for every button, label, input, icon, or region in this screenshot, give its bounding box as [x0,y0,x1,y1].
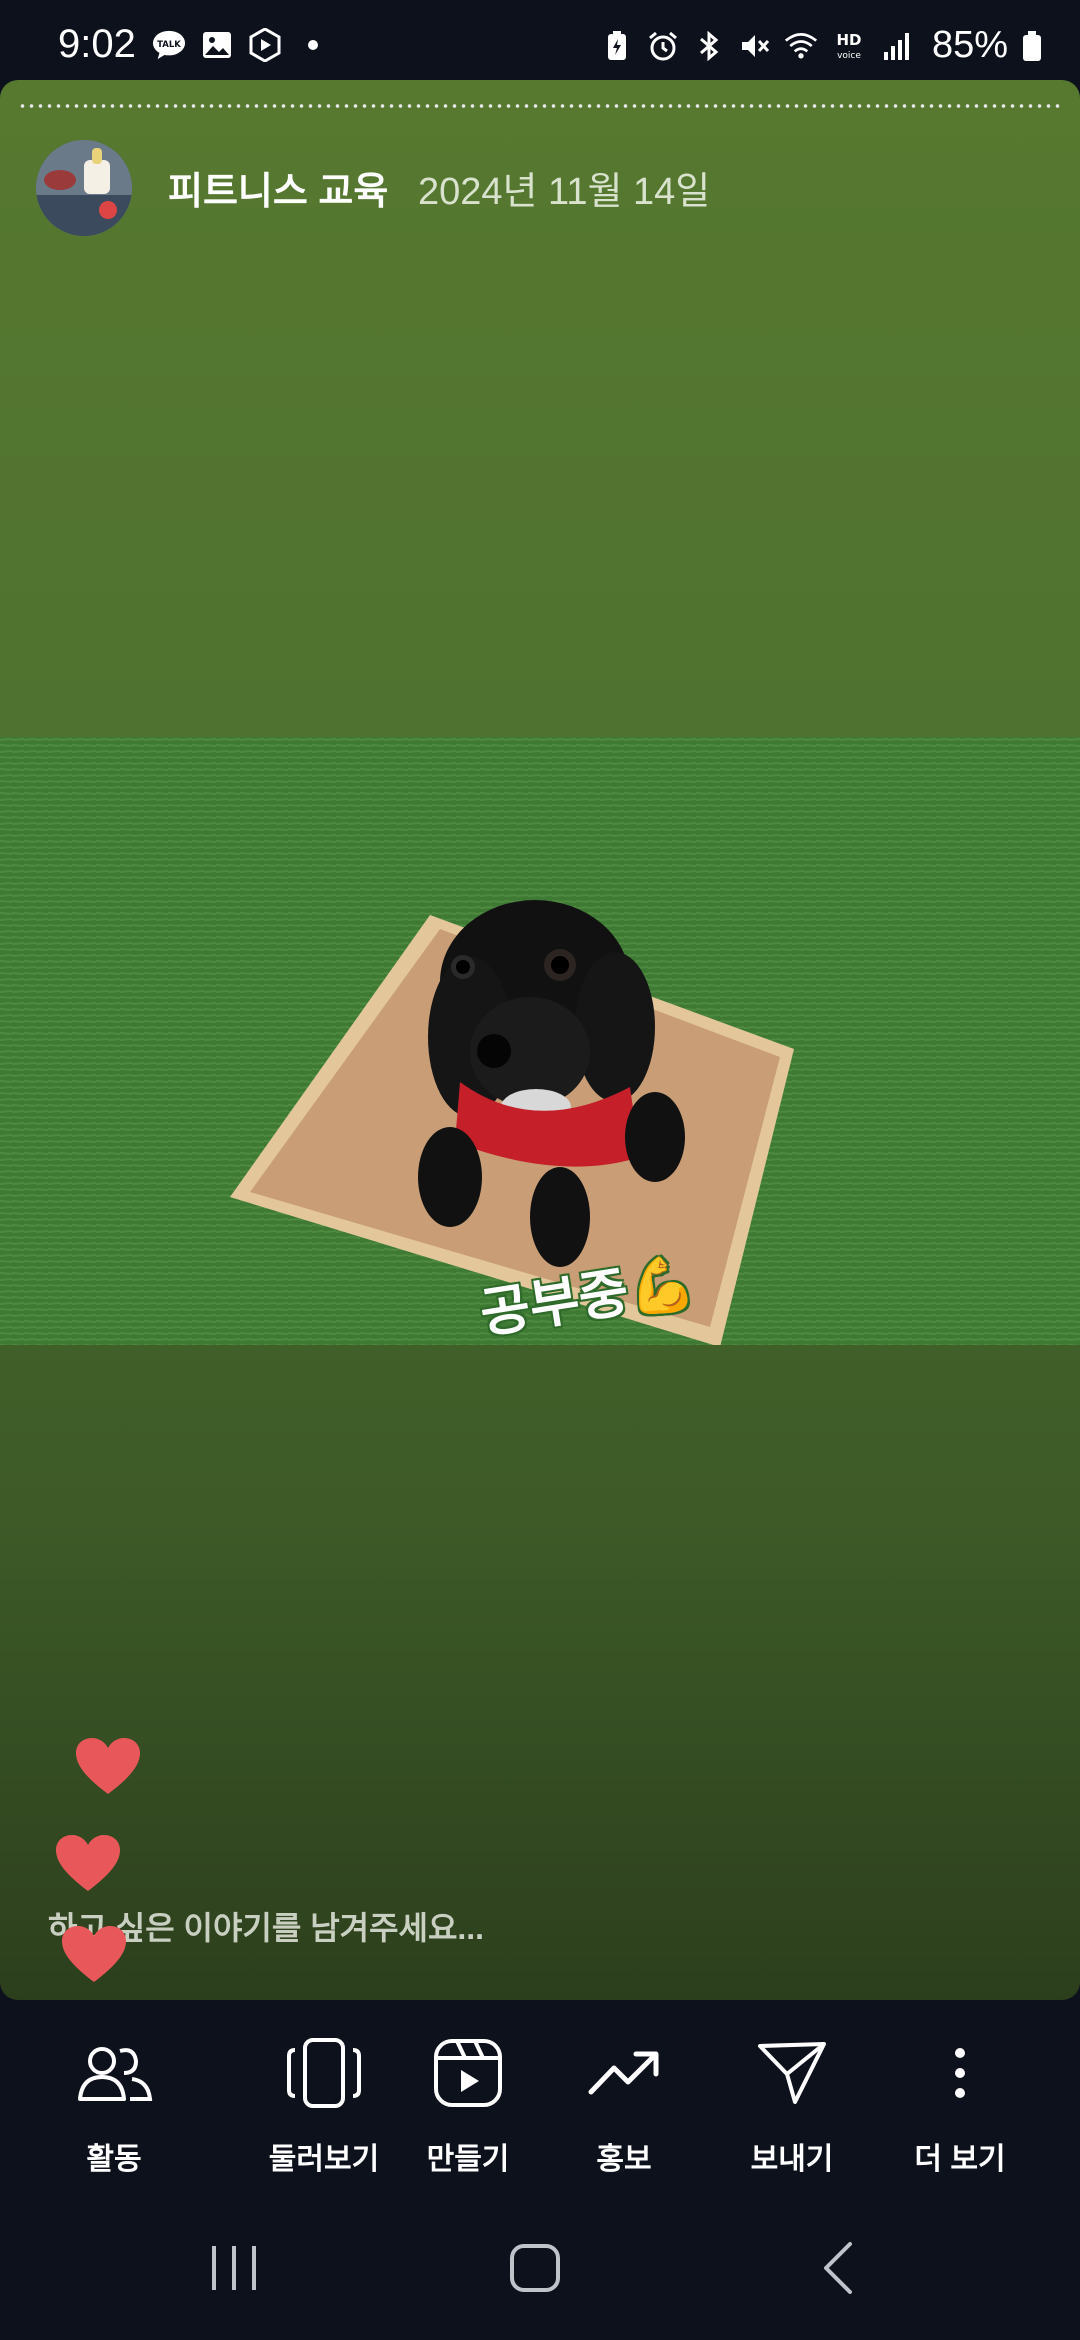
battery-percent: 85% [931,24,1008,66]
send-label: 보내기 [750,2143,834,2176]
story-viewer[interactable]: 피트니스 교육 2024년 11월 14일 공부중💪 하고 싶은 이야기를 남겨… [0,80,1080,2000]
play-shield-icon [248,28,282,62]
trending-up-icon [588,2028,660,2118]
battery-icon [1020,29,1044,63]
status-time: 9:02 [58,22,136,66]
heart-icon [62,1926,126,1982]
carousel-icon [285,2028,363,2118]
reels-icon [433,2028,503,2118]
story-action-bar: 활동 둘러보기 만들기 홍보 보내기 더 보기 [0,2002,1080,2202]
paper-plane-icon [757,2028,827,2118]
heart-icon [76,1738,140,1794]
activity-label: 활동 [86,2143,142,2176]
status-bar: 9:02 TALK HD voice 85% [0,0,1080,80]
browse-button[interactable]: 둘러보기 [244,2028,404,2178]
heart-icon [56,1835,120,1891]
recent-apps-icon[interactable] [206,2240,262,2301]
gallery-icon [200,28,234,62]
more-vertical-icon [952,2028,968,2118]
create-label: 만들기 [426,2143,510,2176]
mute-icon [738,29,772,63]
avatar[interactable] [36,140,132,236]
people-icon [74,2028,154,2118]
more-button[interactable]: 더 보기 [880,2028,1040,2178]
svg-text:HD: HD [836,31,861,49]
story-progress-bar [18,104,1062,108]
activity-button[interactable]: 활동 [34,2028,194,2178]
promote-label: 홍보 [596,2143,652,2176]
create-button[interactable]: 만들기 [388,2028,548,2178]
browse-label: 둘러보기 [268,2143,380,2176]
bluetooth-icon [692,29,726,63]
promote-button[interactable]: 홍보 [544,2028,704,2178]
home-icon[interactable] [508,2240,564,2301]
talk-icon: TALK [152,28,186,62]
svg-text:TALK: TALK [157,40,181,50]
system-navigation-bar [0,2220,1080,2340]
wifi-icon [784,29,818,63]
back-icon[interactable] [814,2240,870,2301]
dot-icon [296,28,330,62]
alarm-icon [646,29,680,63]
battery-saver-icon [600,29,634,63]
hd-voice-icon: HD voice [830,29,868,63]
send-button[interactable]: 보내기 [712,2028,872,2178]
more-label: 더 보기 [914,2143,1006,2176]
story-username[interactable]: 피트니스 교육 [168,160,388,215]
story-date: 2024년 11월 14일 [418,171,711,213]
story-photo [0,737,1080,1345]
signal-icon [880,29,914,63]
svg-text:voice: voice [837,51,861,61]
